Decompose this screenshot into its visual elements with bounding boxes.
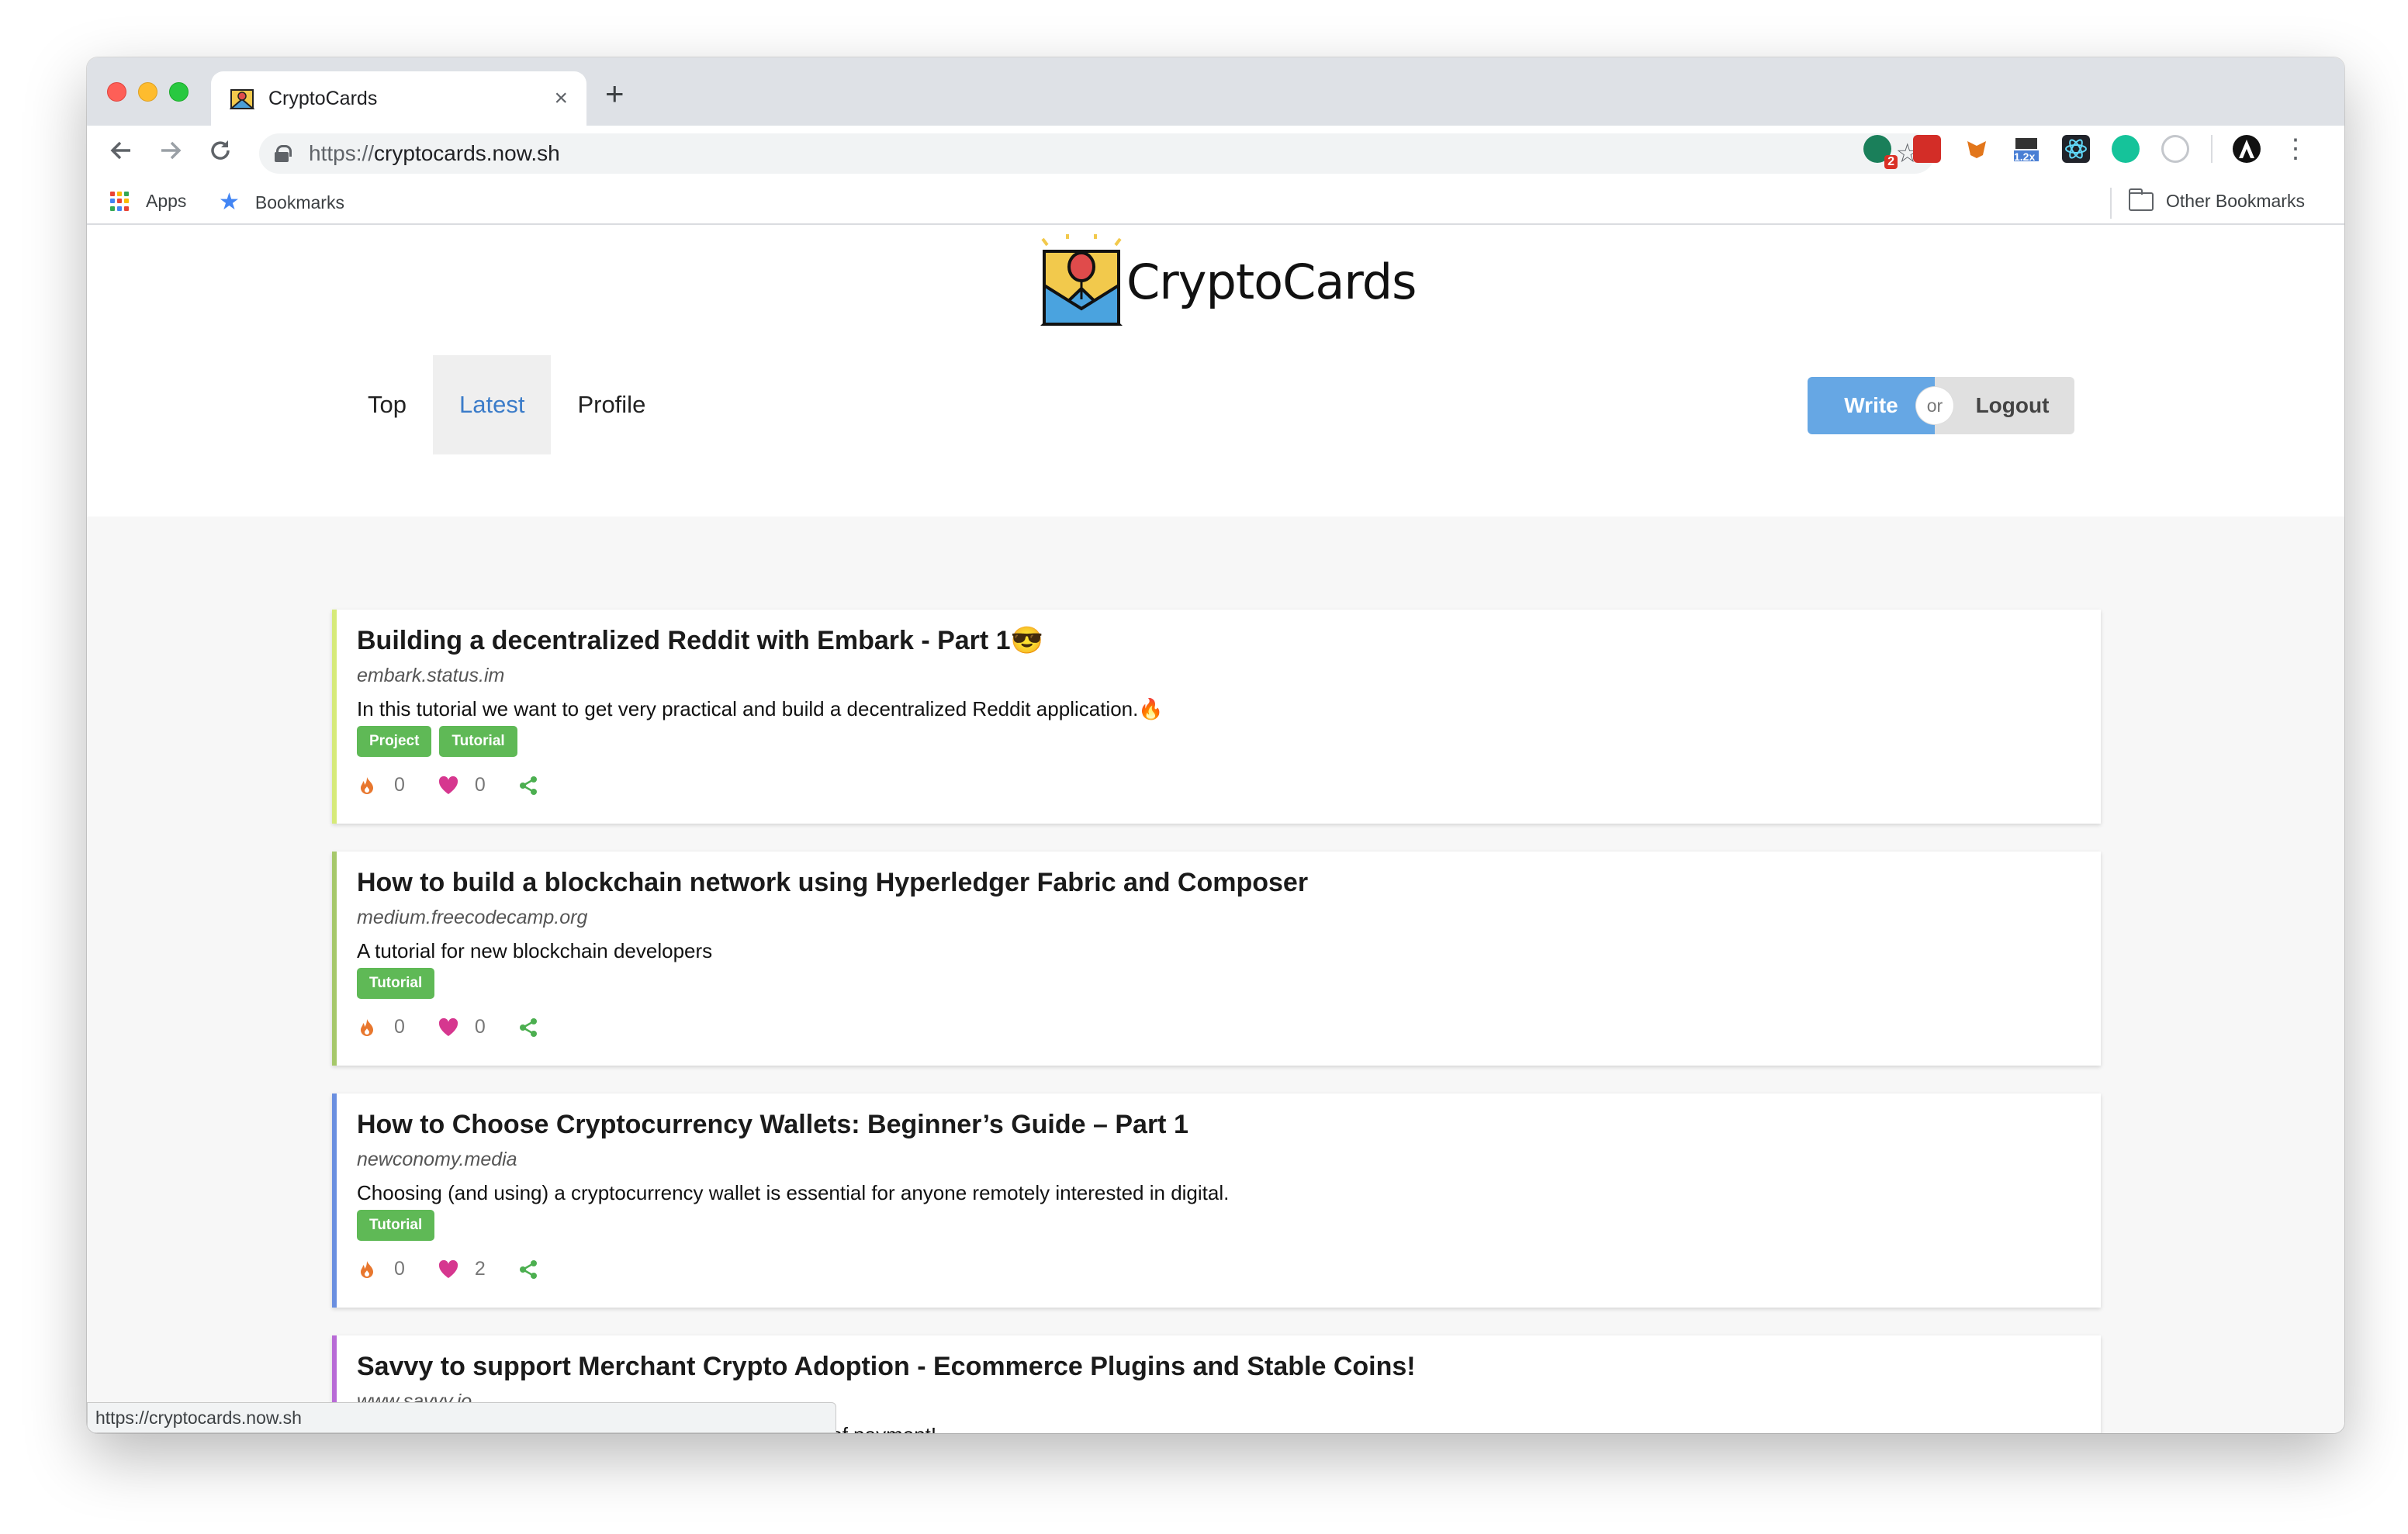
tag-list: Project Tutorial [357,726,2101,758]
metamask-fox-icon[interactable] [1963,135,1991,163]
url-text[interactable]: https://cryptocards.now.sh [309,141,1896,166]
grammarly-go-extension-icon[interactable]: 2 [1863,135,1898,169]
fire-count: 0 [394,1258,405,1280]
close-window-button[interactable] [107,82,126,102]
share-icon[interactable] [518,1259,538,1280]
post-domain: medium.freecodecamp.org [357,907,588,928]
profile-avatar[interactable] [2233,135,2261,163]
fire-icon[interactable] [357,1017,377,1038]
cryptocards-favicon-icon [229,87,255,110]
back-arrow-icon[interactable] [104,136,138,173]
post-title[interactable]: Building a decentralized Reddit with Emb… [357,622,2101,659]
like-count: 2 [474,1258,486,1280]
like-count: 0 [474,774,486,796]
post-title[interactable]: How to Choose Cryptocurrency Wallets: Be… [357,1106,2101,1143]
star-icon: ★ [219,189,240,215]
browser-menu-icon[interactable]: ⋮ [2282,136,2309,162]
fire-count: 0 [394,774,405,796]
post-stats: 0 2 [357,1258,2101,1280]
post-domain: embark.status.im [357,665,505,686]
other-bookmarks-label: Other Bookmarks [2166,191,2305,211]
tag-badge[interactable]: Tutorial [357,1210,435,1241]
share-icon[interactable] [518,1017,538,1038]
tag-list: Tutorial [357,968,2101,1000]
tab-title: CryptoCards [268,87,378,109]
react-devtools-icon[interactable] [2062,135,2090,163]
apps-bookmark[interactable]: Apps [110,191,186,212]
timer-extension-icon[interactable] [2161,135,2189,163]
post-card[interactable]: How to build a blockchain network using … [332,852,2101,1066]
toolbar-divider [2211,135,2213,163]
or-divider: or [1916,387,1953,424]
site-logo[interactable]: CryptoCards [1040,234,1417,329]
post-card[interactable]: Building a decentralized Reddit with Emb… [332,610,2101,824]
bookmarks-label: Bookmarks [254,192,344,212]
browser-window: CryptoCards × + https://cryptocards.now.… [87,57,2344,1433]
status-bar-url: https://cryptocards.now.sh [87,1402,836,1433]
main-menu: Top Latest Profile [341,355,672,454]
post-title[interactable]: Savvy to support Merchant Crypto Adoptio… [357,1348,2101,1385]
post-title[interactable]: How to build a blockchain network using … [357,864,2101,901]
envelope-balloon-logo-icon [1040,234,1123,329]
post-description: Choosing (and using) a cryptocurrency wa… [357,1181,1230,1204]
browser-tab[interactable]: CryptoCards × [211,71,586,126]
folder-icon [2129,188,2154,211]
tab-strip: CryptoCards × + [87,57,2344,126]
tag-badge[interactable]: Project [357,726,432,757]
fire-icon[interactable] [357,1259,377,1280]
post-description: In this tutorial we want to get very pra… [357,697,1164,720]
page-content: CryptoCards Top Latest Profile Write or … [87,226,2344,1433]
site-name: CryptoCards [1126,253,1417,310]
heart-icon[interactable] [438,1259,458,1280]
bookmarks-separator [2110,188,2112,219]
other-bookmarks[interactable]: Other Bookmarks [2129,188,2305,212]
video-speed-extension-icon[interactable]: 1.2x [2012,135,2040,163]
reload-icon[interactable] [203,136,237,173]
card-list: Building a decentralized Reddit with Emb… [332,610,2101,1433]
forward-arrow-icon[interactable] [154,136,188,173]
post-stats: 0 0 [357,1016,2101,1038]
logout-button[interactable]: Logout [1935,377,2074,434]
site-header: CryptoCards Top Latest Profile Write or … [87,226,2344,517]
post-description: A tutorial for new blockchain developers [357,939,713,962]
new-tab-button[interactable]: + [605,78,624,110]
tag-list: Tutorial [357,1210,2101,1242]
menu-item-top[interactable]: Top [341,355,433,454]
lastpass-extension-icon[interactable] [1913,135,1941,163]
bookmarks-bar: Apps ★ Bookmarks Other Bookmarks [87,181,2344,225]
menu-item-profile[interactable]: Profile [551,355,672,454]
bookmarks-folder[interactable]: ★ Bookmarks [219,191,344,214]
menu-item-latest[interactable]: Latest [432,355,552,454]
grammarly-icon[interactable] [2112,135,2140,163]
like-count: 0 [474,1016,486,1038]
apps-grid-icon [110,191,130,212]
tab-close-icon[interactable]: × [554,87,568,110]
heart-icon[interactable] [438,1017,458,1038]
address-bar[interactable]: https://cryptocards.now.sh ☆ [259,133,1935,174]
apps-label: Apps [146,191,187,211]
post-card[interactable]: How to Choose Cryptocurrency Wallets: Be… [332,1093,2101,1308]
fire-count: 0 [394,1016,405,1038]
maximize-window-button[interactable] [169,82,189,102]
tag-badge[interactable]: Tutorial [439,726,517,757]
post-stats: 0 0 [357,774,2101,796]
extensions-area: 2 1.2x ⋮ [1863,135,2309,169]
heart-icon[interactable] [438,776,458,796]
minimize-window-button[interactable] [138,82,157,102]
post-domain: newconomy.media [357,1149,517,1170]
share-icon[interactable] [518,776,538,796]
fire-icon[interactable] [357,776,377,796]
auth-button-group: Write or Logout [1808,377,2074,434]
tag-badge[interactable]: Tutorial [357,968,435,999]
lock-icon[interactable] [275,145,292,162]
